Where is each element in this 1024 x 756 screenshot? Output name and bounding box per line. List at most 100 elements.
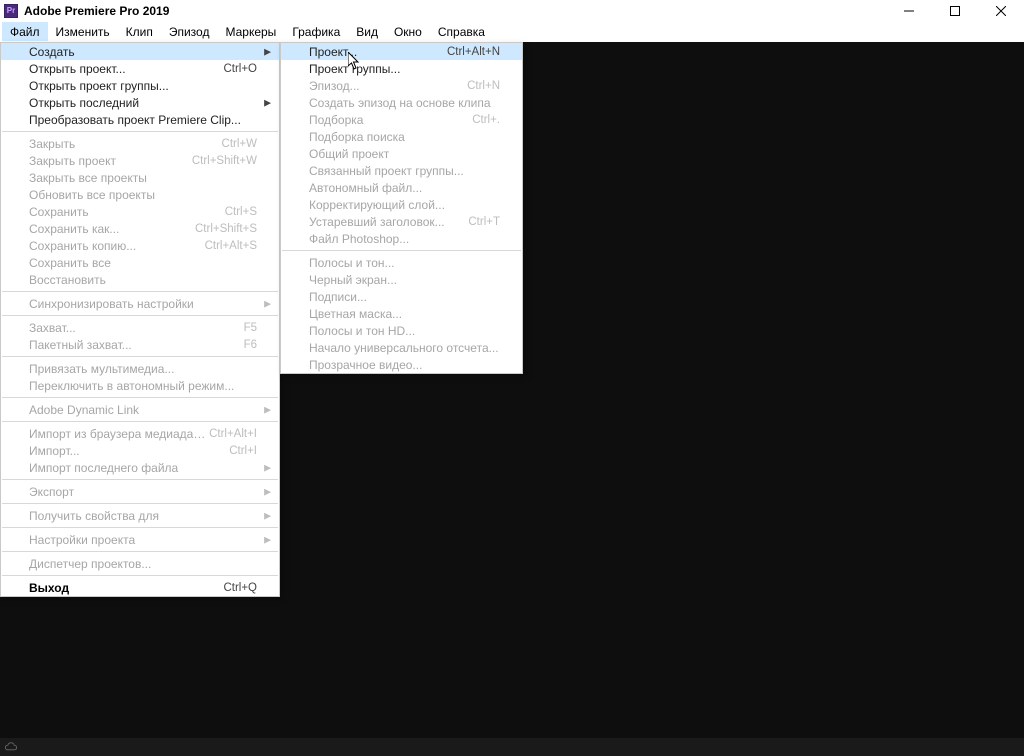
create-submenu-item-0-6: Общий проект (281, 145, 522, 162)
file-menu-item-1-0: ЗакрытьCtrl+W (1, 135, 279, 152)
file-menu-item-1-4: СохранитьCtrl+S (1, 203, 279, 220)
menu-item-label: Проект группы... (309, 62, 500, 76)
menu-файл[interactable]: Файл (2, 22, 48, 41)
create-submenu-item-0-11: Файл Photoshop... (281, 230, 522, 247)
maximize-button[interactable] (932, 0, 978, 22)
file-menu-item-11-0[interactable]: ВыходCtrl+Q (1, 579, 279, 596)
menu-item-label: Импорт... (29, 444, 229, 458)
file-menu-item-6-0: Импорт из браузера медиаданныхCtrl+Alt+I (1, 425, 279, 442)
minimize-button[interactable] (886, 0, 932, 22)
file-menu-item-0-3[interactable]: Открыть последний ▶ (1, 94, 279, 111)
menu-item-label: Привязать мультимедиа... (29, 362, 257, 376)
create-submenu-item-1-6: Прозрачное видео... (281, 356, 522, 373)
menu-item-label: Открыть последний (29, 96, 257, 110)
menu-item-label: Экспорт (29, 485, 257, 499)
create-submenu-item-1-0: Полосы и тон... (281, 254, 522, 271)
file-menu-item-0-1[interactable]: Открыть проект...Ctrl+O (1, 60, 279, 77)
menu-item-label: Открыть проект группы... (29, 79, 257, 93)
status-bar (0, 738, 1024, 756)
menu-item-shortcut: Ctrl+O (223, 63, 257, 75)
menu-клип[interactable]: Клип (118, 22, 161, 41)
file-menu-item-2-0: Синхронизировать настройки▶ (1, 295, 279, 312)
create-submenu-item-0-9: Корректирующий слой... (281, 196, 522, 213)
create-submenu-item-1-5: Начало универсального отсчета... (281, 339, 522, 356)
menu-справка[interactable]: Справка (430, 22, 493, 41)
menu-item-label: Adobe Dynamic Link (29, 403, 257, 417)
file-menu-item-1-8: Восстановить (1, 271, 279, 288)
create-submenu-item-0-7: Связанный проект группы... (281, 162, 522, 179)
menu-item-label: Связанный проект группы... (309, 164, 500, 178)
menu-item-label: Захват... (29, 321, 244, 335)
menu-item-label: Подборка (309, 113, 472, 127)
file-menu-item-0-2[interactable]: Открыть проект группы... (1, 77, 279, 94)
create-submenu-item-0-0[interactable]: Проект...Ctrl+Alt+N (281, 43, 522, 60)
menu-графика[interactable]: Графика (284, 22, 348, 41)
menu-item-shortcut: Ctrl+Alt+N (447, 46, 500, 58)
menu-item-label: Начало универсального отсчета... (309, 341, 500, 355)
file-menu-item-1-3: Обновить все проекты (1, 186, 279, 203)
create-submenu-item-1-4: Полосы и тон HD... (281, 322, 522, 339)
menu-item-label: Черный экран... (309, 273, 500, 287)
submenu-arrow-icon: ▶ (264, 298, 271, 309)
submenu-arrow-icon: ▶ (264, 486, 271, 497)
menu-separator (2, 356, 278, 357)
file-menu-item-3-0: Захват...F5 (1, 319, 279, 336)
menu-item-label: Переключить в автономный режим... (29, 379, 257, 393)
menu-эпизод[interactable]: Эпизод (161, 22, 218, 41)
menu-separator (2, 131, 278, 132)
create-submenu-item-0-3: Создать эпизод на основе клипа (281, 94, 522, 111)
cloud-icon (4, 740, 18, 754)
menu-item-shortcut: Ctrl+T (468, 216, 500, 228)
menu-separator (2, 291, 278, 292)
menu-окно[interactable]: Окно (386, 22, 430, 41)
menu-item-shortcut: Ctrl+S (225, 206, 257, 218)
file-menu-item-6-2: Импорт последнего файла ▶ (1, 459, 279, 476)
submenu-arrow-icon: ▶ (264, 510, 271, 521)
menu-item-label: Полосы и тон HD... (309, 324, 500, 338)
file-menu-item-6-1: Импорт...Ctrl+I (1, 442, 279, 459)
file-menu-item-1-7: Сохранить все (1, 254, 279, 271)
menu-item-label: Восстановить (29, 273, 257, 287)
file-menu-item-0-0[interactable]: Создать ▶ (1, 43, 279, 60)
menu-item-label: Автономный файл... (309, 181, 500, 195)
menu-маркеры[interactable]: Маркеры (217, 22, 284, 41)
menu-separator (2, 315, 278, 316)
menu-item-label: Настройки проекта (29, 533, 257, 547)
create-submenu-item-0-5: Подборка поиска (281, 128, 522, 145)
menu-item-shortcut: Ctrl+Alt+I (209, 428, 257, 440)
file-menu-item-3-1: Пакетный захват...F6 (1, 336, 279, 353)
menu-item-label: Создать (29, 45, 257, 59)
menu-item-label: Выход (29, 581, 223, 595)
menu-item-label: Обновить все проекты (29, 188, 257, 202)
file-menu-item-0-4[interactable]: Преобразовать проект Premiere Clip... (1, 111, 279, 128)
submenu-arrow-icon: ▶ (264, 97, 271, 108)
create-submenu-item-0-8: Автономный файл... (281, 179, 522, 196)
menu-item-label: Импорт последнего файла (29, 461, 257, 475)
submenu-arrow-icon: ▶ (264, 46, 271, 57)
menu-item-label: Корректирующий слой... (309, 198, 500, 212)
file-menu-item-1-2: Закрыть все проекты (1, 169, 279, 186)
menu-separator (2, 527, 278, 528)
menu-item-label: Подборка поиска (309, 130, 500, 144)
file-menu-item-4-0: Привязать мультимедиа... (1, 360, 279, 377)
menu-item-label: Общий проект (309, 147, 500, 161)
menu-вид[interactable]: Вид (348, 22, 386, 41)
window-controls (886, 0, 1024, 22)
menu-изменить[interactable]: Изменить (48, 22, 118, 41)
close-button[interactable] (978, 0, 1024, 22)
file-menu-dropdown: Создать▶Открыть проект...Ctrl+OОткрыть п… (0, 42, 280, 597)
menu-item-shortcut: Ctrl+Shift+W (192, 155, 257, 167)
file-menu-item-1-1: Закрыть проектCtrl+Shift+W (1, 152, 279, 169)
create-submenu-item-1-1: Черный экран... (281, 271, 522, 288)
create-submenu-item-0-2: Эпизод...Ctrl+N (281, 77, 522, 94)
file-menu-item-5-0: Adobe Dynamic Link▶ (1, 401, 279, 418)
create-submenu-item-0-1[interactable]: Проект группы... (281, 60, 522, 77)
menu-item-shortcut: F6 (244, 339, 257, 351)
create-submenu-item-1-3: Цветная маска... (281, 305, 522, 322)
file-menu-item-8-0: Получить свойства для▶ (1, 507, 279, 524)
create-submenu-item-1-2: Подписи... (281, 288, 522, 305)
menu-item-shortcut: Ctrl+. (472, 114, 500, 126)
submenu-arrow-icon: ▶ (264, 462, 271, 473)
menu-item-label: Открыть проект... (29, 62, 223, 76)
menu-item-label: Импорт из браузера медиаданных (29, 427, 209, 441)
